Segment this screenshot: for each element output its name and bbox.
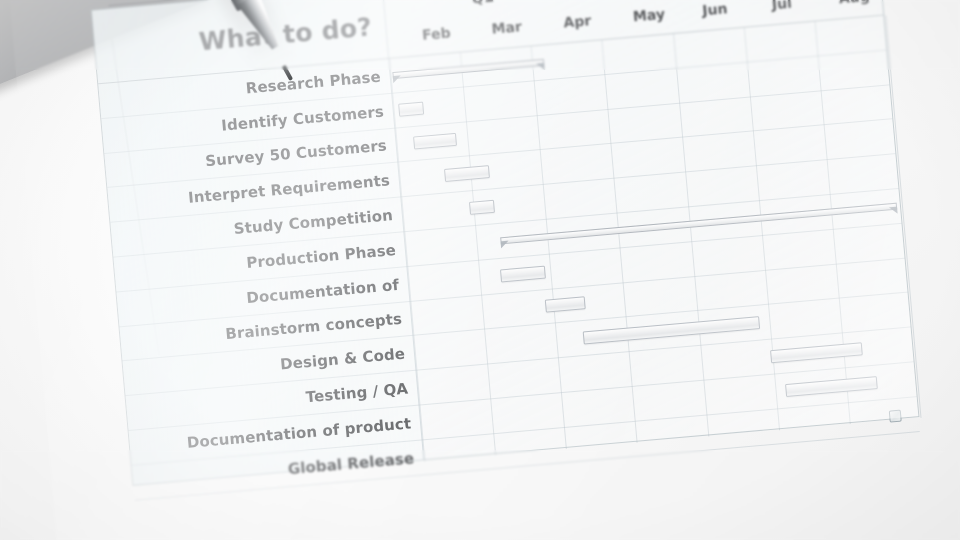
- task-label: Study Competition: [233, 206, 394, 239]
- gantt-task-bar[interactable]: [413, 133, 457, 150]
- quarter-axis: Q1Q2Q3: [92, 0, 877, 11]
- gantt-table: What to do? Q1Q2Q3 FebMarAprMayJunJulAug…: [90, 0, 922, 501]
- task-label: Testing / QA: [305, 379, 409, 407]
- task-label: Design & Code: [279, 344, 406, 374]
- gantt-task-bar[interactable]: [769, 342, 863, 364]
- month-label-feb: Feb: [421, 25, 452, 44]
- month-label-may: May: [632, 6, 666, 26]
- photo-scene: 1st Feb - 31st Aug What to do? Q1Q2Q3 Fe…: [0, 0, 960, 540]
- month-label-jun: Jun: [701, 1, 729, 20]
- gantt-task-bar[interactable]: [545, 296, 587, 314]
- gantt-summary-bar[interactable]: [392, 58, 545, 79]
- gantt-task-bar[interactable]: [398, 101, 425, 117]
- month-label-jul: Jul: [771, 0, 793, 14]
- month-label-apr: Apr: [562, 13, 592, 32]
- quarter-label-q1: Q1: [471, 0, 495, 7]
- gantt-task-bar[interactable]: [443, 165, 490, 183]
- gantt-task-bar[interactable]: [785, 375, 878, 397]
- month-label-aug: Aug: [838, 0, 870, 7]
- task-label: Documentation of: [245, 275, 400, 307]
- gantt-rows: Research Phase Identify Customers Survey 5…: [98, 15, 920, 501]
- gantt-task-bar[interactable]: [500, 265, 546, 283]
- task-label: Production Phase: [245, 240, 397, 272]
- task-label: Global Release: [287, 448, 415, 478]
- gantt-chart-printout: 1st Feb - 31st Aug What to do? Q1Q2Q3 Fe…: [4, 0, 960, 540]
- gantt-task-bar[interactable]: [583, 316, 761, 345]
- gantt-milestone-marker[interactable]: [888, 409, 902, 423]
- task-label: Identify Customers: [220, 102, 385, 135]
- month-label-mar: Mar: [490, 19, 523, 38]
- task-label: Research Phase: [244, 67, 382, 98]
- gantt-task-bar[interactable]: [469, 199, 496, 215]
